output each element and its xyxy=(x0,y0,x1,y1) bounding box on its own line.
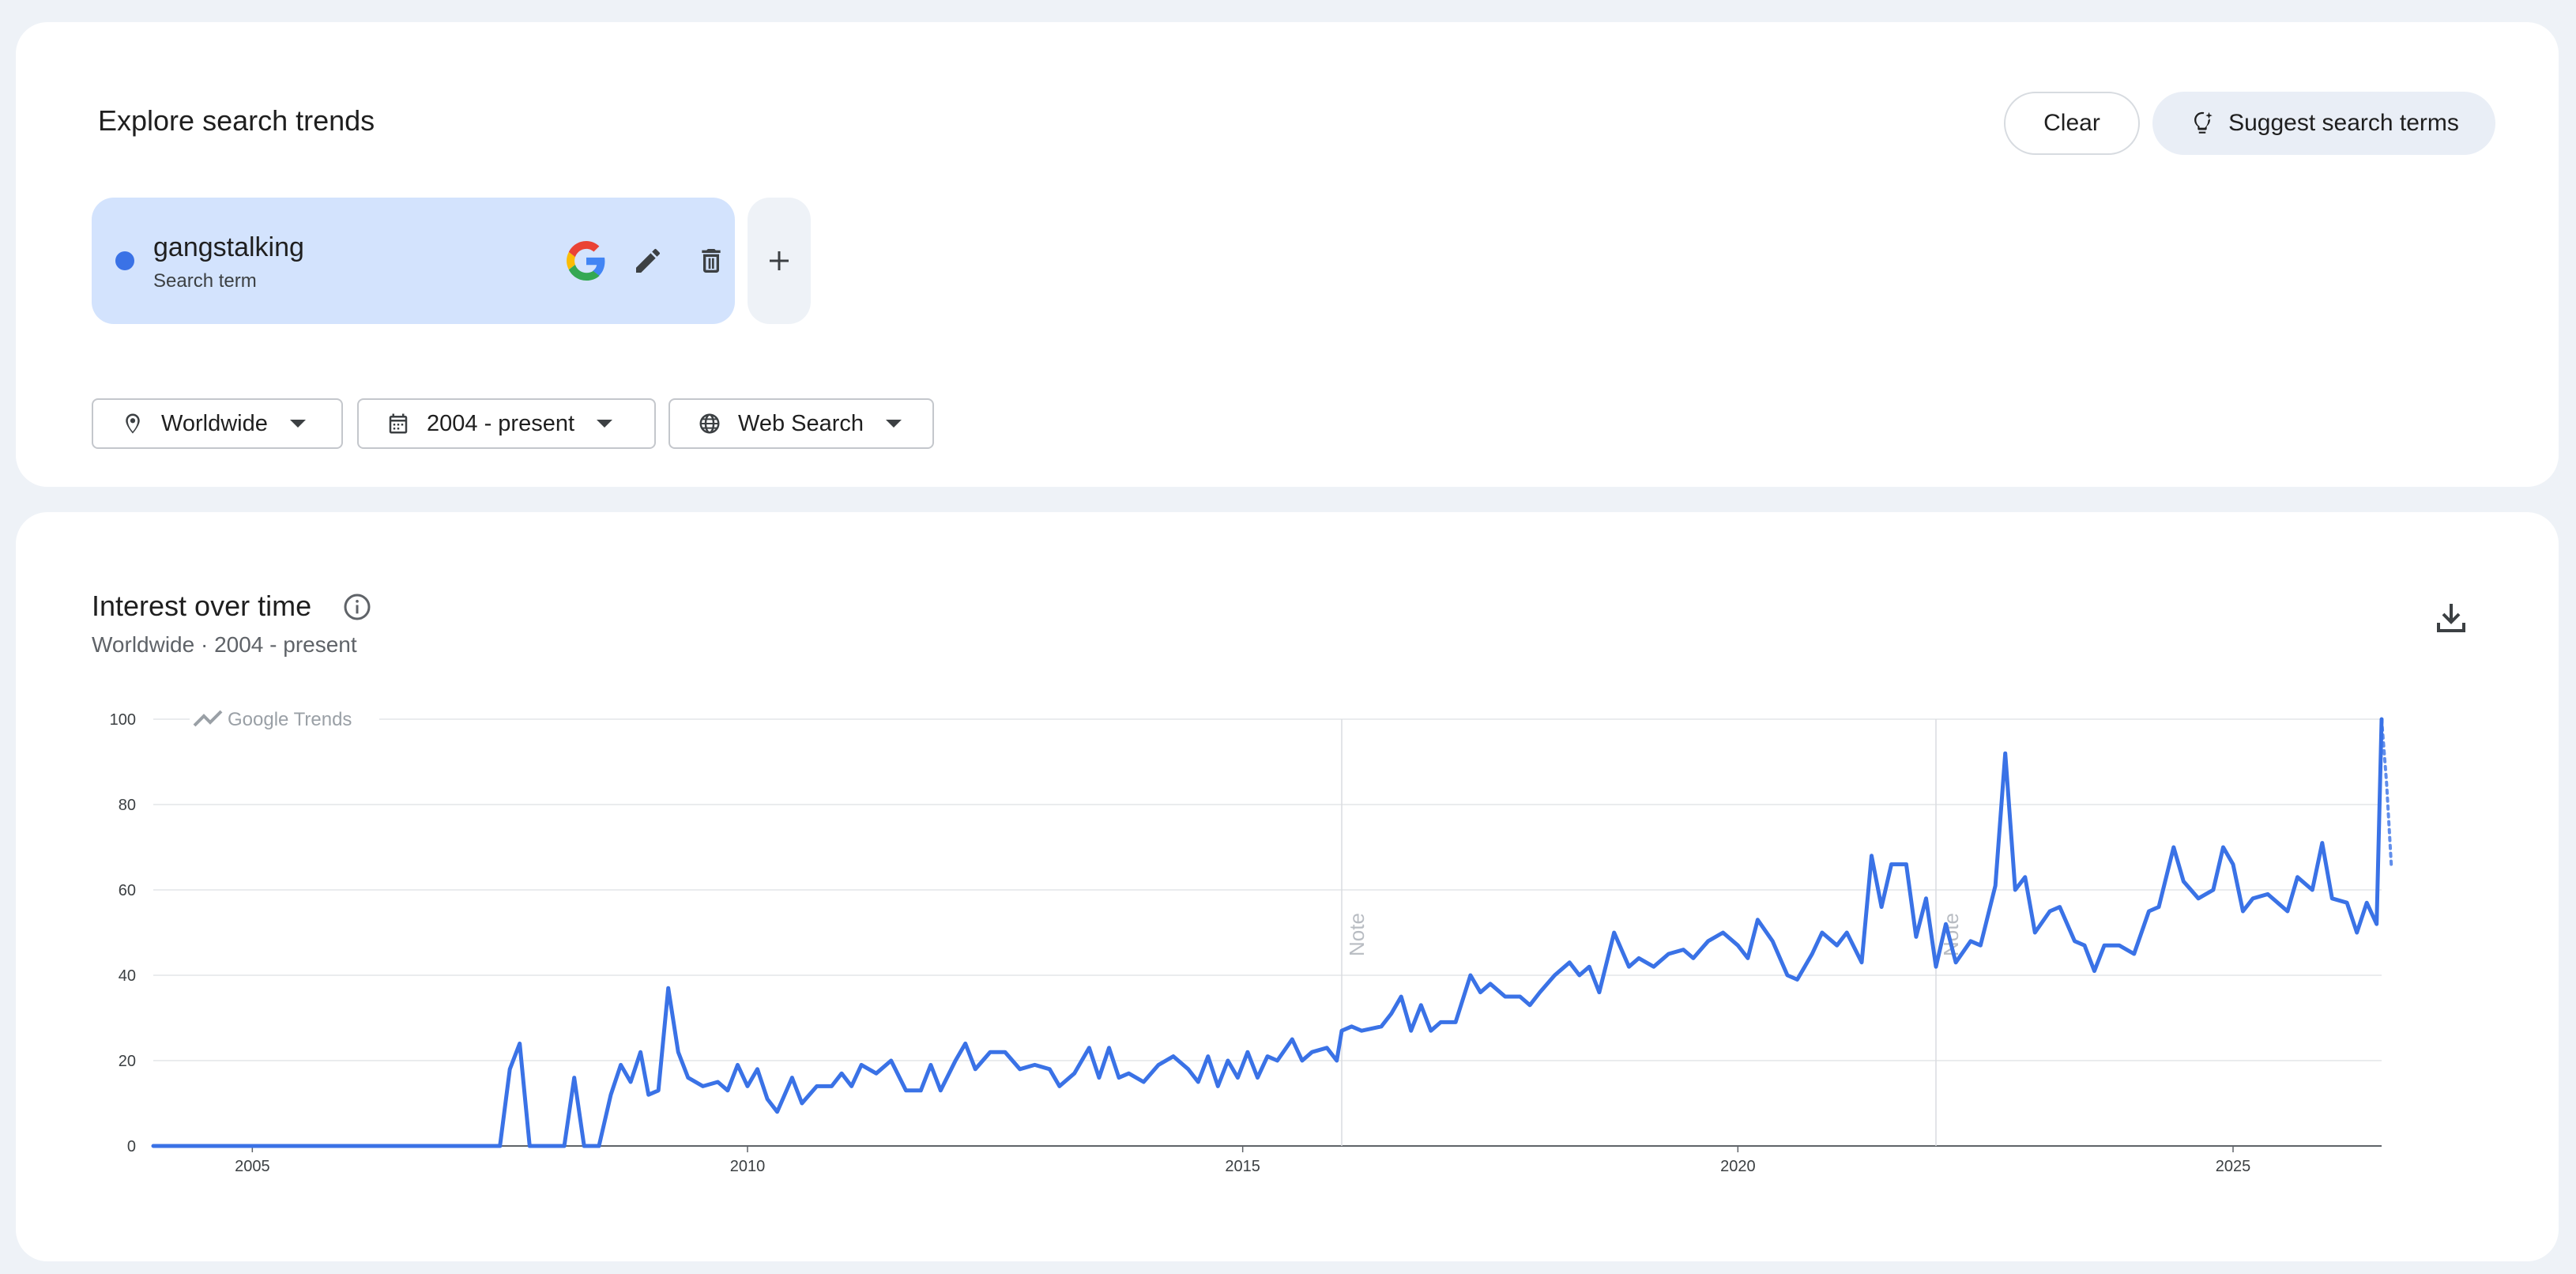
x-tick-label: 2010 xyxy=(730,1158,766,1175)
y-tick-label: 60 xyxy=(119,882,136,899)
time-range-filter-value: 2004 - present xyxy=(427,410,575,436)
note-marker-label: Note xyxy=(1345,913,1369,956)
suggest-search-terms-button[interactable]: Suggest search terms xyxy=(2152,92,2495,155)
interest-over-time-chart: Note Note 0 20 40 60 80 100 2005 2010 2015 2020 202… xyxy=(110,705,2393,1175)
search-term-name: gangstalking xyxy=(153,232,304,262)
x-tick-label: 2015 xyxy=(1225,1158,1260,1175)
suggest-button-label: Suggest search terms xyxy=(2228,110,2459,136)
explore-card: Explore search trends Clear Suggest sear… xyxy=(16,22,2559,487)
pencil-icon[interactable] xyxy=(626,239,670,283)
x-tick-label: 2020 xyxy=(1720,1158,1756,1175)
globe-icon xyxy=(697,411,722,436)
watermark-label: Google Trends xyxy=(228,709,352,730)
interest-over-time-card: Interest over time Worldwide · 2004 - pr… xyxy=(16,512,2559,1261)
chevron-down-icon xyxy=(289,420,306,428)
chevron-down-icon xyxy=(597,420,613,428)
google-icon[interactable] xyxy=(564,239,608,283)
chart-watermark: Google Trends xyxy=(190,705,379,732)
chevron-down-icon xyxy=(886,420,902,428)
location-filter[interactable]: Worldwide xyxy=(92,398,343,449)
chart-series xyxy=(151,717,2393,1148)
trash-icon[interactable] xyxy=(689,239,733,283)
search-term-type: Search term xyxy=(153,270,257,292)
y-tick-label: 40 xyxy=(119,967,136,985)
lightbulb-sparkle-icon xyxy=(2189,110,2216,137)
y-tick-label: 100 xyxy=(110,711,136,729)
location-filter-value: Worldwide xyxy=(161,410,268,436)
y-tick-label: 0 xyxy=(127,1138,136,1155)
clear-button[interactable]: Clear xyxy=(2004,92,2140,155)
y-tick-label: 20 xyxy=(119,1053,136,1070)
search-property-filter-value: Web Search xyxy=(738,410,864,436)
chart-notes: Note Note xyxy=(1341,719,1963,1146)
series-line xyxy=(151,717,2384,1148)
search-term-chip[interactable]: gangstalking Search term xyxy=(92,198,735,324)
explore-title: Explore search trends xyxy=(98,104,375,137)
time-range-filter[interactable]: 2004 - present xyxy=(357,398,656,449)
series-partial-line xyxy=(2380,718,2393,870)
chart-grid xyxy=(153,718,2382,1147)
x-tick-label: 2025 xyxy=(2216,1158,2251,1175)
chart-axes: 0 20 40 60 80 100 2005 2010 2015 2020 2025 xyxy=(110,711,2251,1175)
calendar-icon xyxy=(386,411,411,436)
clear-button-label: Clear xyxy=(2043,110,2100,136)
location-pin-icon xyxy=(120,411,145,436)
add-search-term-button[interactable] xyxy=(748,198,811,324)
plus-icon xyxy=(765,247,793,275)
x-tick-label: 2005 xyxy=(235,1158,270,1175)
y-tick-label: 80 xyxy=(119,797,136,814)
search-property-filter[interactable]: Web Search xyxy=(668,398,934,449)
google-trends-watermark: Google Trends xyxy=(190,705,379,732)
series-color-dot xyxy=(115,251,134,270)
